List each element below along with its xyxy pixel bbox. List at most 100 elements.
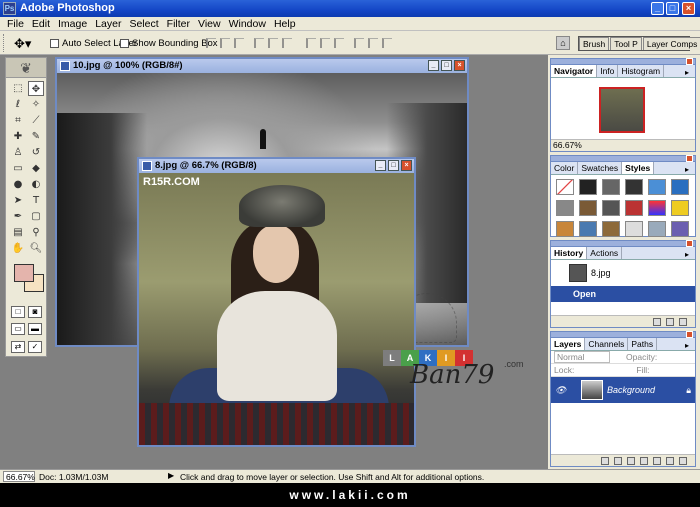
menu-help[interactable]: Help [270,17,300,31]
eye-icon[interactable]: 👁︎ [555,385,569,396]
distribute-right-icon[interactable] [382,38,392,48]
style-swatch[interactable] [556,200,574,216]
eyedropper-icon[interactable]: ⚲ [28,225,44,240]
distribute-top-icon[interactable] [306,38,316,48]
new-group-icon[interactable] [653,456,661,465]
tab-paths[interactable]: Paths [628,338,658,350]
document-title-bar[interactable]: 8.jpg @ 66.7% (RGB/8) _ □ × [139,159,414,173]
menu-filter[interactable]: Filter [163,17,194,31]
panel-close-icon[interactable] [686,58,693,65]
doc-minimize-button[interactable]: _ [375,160,386,171]
standard-mode-icon[interactable]: □ [11,306,25,318]
panel-close-icon[interactable] [686,155,693,162]
tab-swatches[interactable]: Swatches [578,162,623,174]
crop-tool-icon[interactable]: ⌗ [10,113,26,128]
style-swatch[interactable] [648,221,666,237]
align-center-icon[interactable] [268,38,278,48]
foreground-color-swatch[interactable] [14,264,34,282]
style-swatch[interactable] [671,200,689,216]
style-swatch[interactable] [602,200,620,216]
navigator-thumbnail[interactable] [599,87,645,133]
brush-tool-icon[interactable]: ✎ [28,129,44,144]
distribute-center-icon[interactable] [368,38,378,48]
panel-menu-icon[interactable]: ▸ [682,339,692,352]
hand-tool-icon[interactable]: ✋ [10,241,26,256]
menu-select[interactable]: Select [125,17,162,31]
tab-histogram[interactable]: Histogram [618,65,665,77]
doc-close-button[interactable]: × [454,60,465,71]
blur-tool-icon[interactable]: ● [10,177,26,192]
minimize-button[interactable]: _ [651,2,664,15]
tab-channels[interactable]: Channels [585,338,629,350]
panel-menu-icon[interactable]: ▸ [682,66,692,79]
menu-image[interactable]: Image [54,17,91,31]
new-snapshot-icon[interactable] [666,317,674,326]
document-canvas[interactable]: R15R.COM [139,173,414,445]
new-layer-icon[interactable] [666,456,674,465]
well-tab-brushes[interactable]: Brush [579,37,610,50]
status-menu-icon[interactable]: ▶ [168,471,174,480]
checkmark-icon[interactable]: ✓ [28,341,42,353]
layer-style-icon[interactable] [614,456,622,465]
tab-info[interactable]: Info [597,65,619,77]
options-grip[interactable] [3,34,6,52]
style-swatch[interactable] [556,221,574,237]
style-swatch[interactable] [625,200,643,216]
clone-stamp-icon[interactable]: ♙ [10,145,26,160]
distribute-left-icon[interactable] [354,38,364,48]
marquee-tool-icon[interactable]: ⬚ [10,81,26,96]
style-swatch[interactable] [671,221,689,237]
navigator-zoom[interactable]: 66.67% [553,140,582,150]
doc-size[interactable]: Doc: 1.03M/1.03M [39,472,108,482]
link-icon[interactable] [601,456,609,465]
distribute-middle-icon[interactable] [320,38,330,48]
layer-row-background[interactable]: 👁︎ Background 🔒︎ [551,377,695,403]
trash-icon[interactable] [679,456,687,465]
dodge-tool-icon[interactable]: ◐ [28,177,44,192]
distribute-bottom-icon[interactable] [334,38,344,48]
document-title-bar[interactable]: 10.jpg @ 100% (RGB/8#) _ □ × [57,59,467,73]
magic-wand-icon[interactable]: ✧ [28,97,44,112]
panel-menu-icon[interactable]: ▸ [682,163,692,176]
style-swatch[interactable] [648,200,666,216]
jump-to-imageready-icon[interactable]: ⇄ [11,341,25,353]
tab-actions[interactable]: Actions [587,247,623,259]
style-swatch[interactable] [625,179,643,195]
doc-minimize-button[interactable]: _ [428,60,439,71]
eraser-tool-icon[interactable]: ▭ [10,161,26,176]
align-left-icon[interactable] [254,38,264,48]
close-button[interactable]: × [682,2,695,15]
feather-icon[interactable]: ❦ [6,58,46,78]
doc-maximize-button[interactable]: □ [388,160,399,171]
align-right-icon[interactable] [282,38,292,48]
style-swatch[interactable] [602,179,620,195]
style-swatch[interactable] [556,179,574,195]
screen-mode-full-icon[interactable]: ▬ [28,323,42,335]
layer-mask-icon[interactable] [627,456,635,465]
menu-edit[interactable]: Edit [28,17,54,31]
style-swatch[interactable] [579,200,597,216]
style-swatch[interactable] [648,179,666,195]
panel-close-icon[interactable] [686,331,693,338]
type-tool-icon[interactable]: T [28,193,44,208]
blend-mode-select[interactable]: Normal [554,351,610,363]
menu-file[interactable]: File [3,17,28,31]
document-window-8jpg[interactable]: 8.jpg @ 66.7% (RGB/8) _ □ × R15R.COM [137,157,416,447]
tab-navigator[interactable]: Navigator [551,65,598,77]
well-tab-tool-presets[interactable]: Tool P [610,37,642,50]
adjustment-layer-icon[interactable] [640,456,648,465]
history-snapshot[interactable]: 8.jpg [551,260,695,286]
move-tool-icon[interactable]: ✥▾ [14,36,31,52]
history-state-open[interactable]: Open [551,286,695,302]
style-swatch[interactable] [579,221,597,237]
zoom-tool-icon[interactable]: 🔍︎ [28,241,44,256]
menu-layer[interactable]: Layer [91,17,125,31]
align-bottom-icon[interactable] [234,38,244,48]
style-swatch[interactable] [671,179,689,195]
paint-bucket-icon[interactable]: ◆ [28,161,44,176]
style-swatch[interactable] [579,179,597,195]
trash-icon[interactable] [679,317,687,326]
move-tool-icon[interactable]: ✥ [28,81,44,96]
pen-tool-icon[interactable]: ✒ [10,209,26,224]
screen-mode-standard-icon[interactable]: ▭ [11,323,25,335]
